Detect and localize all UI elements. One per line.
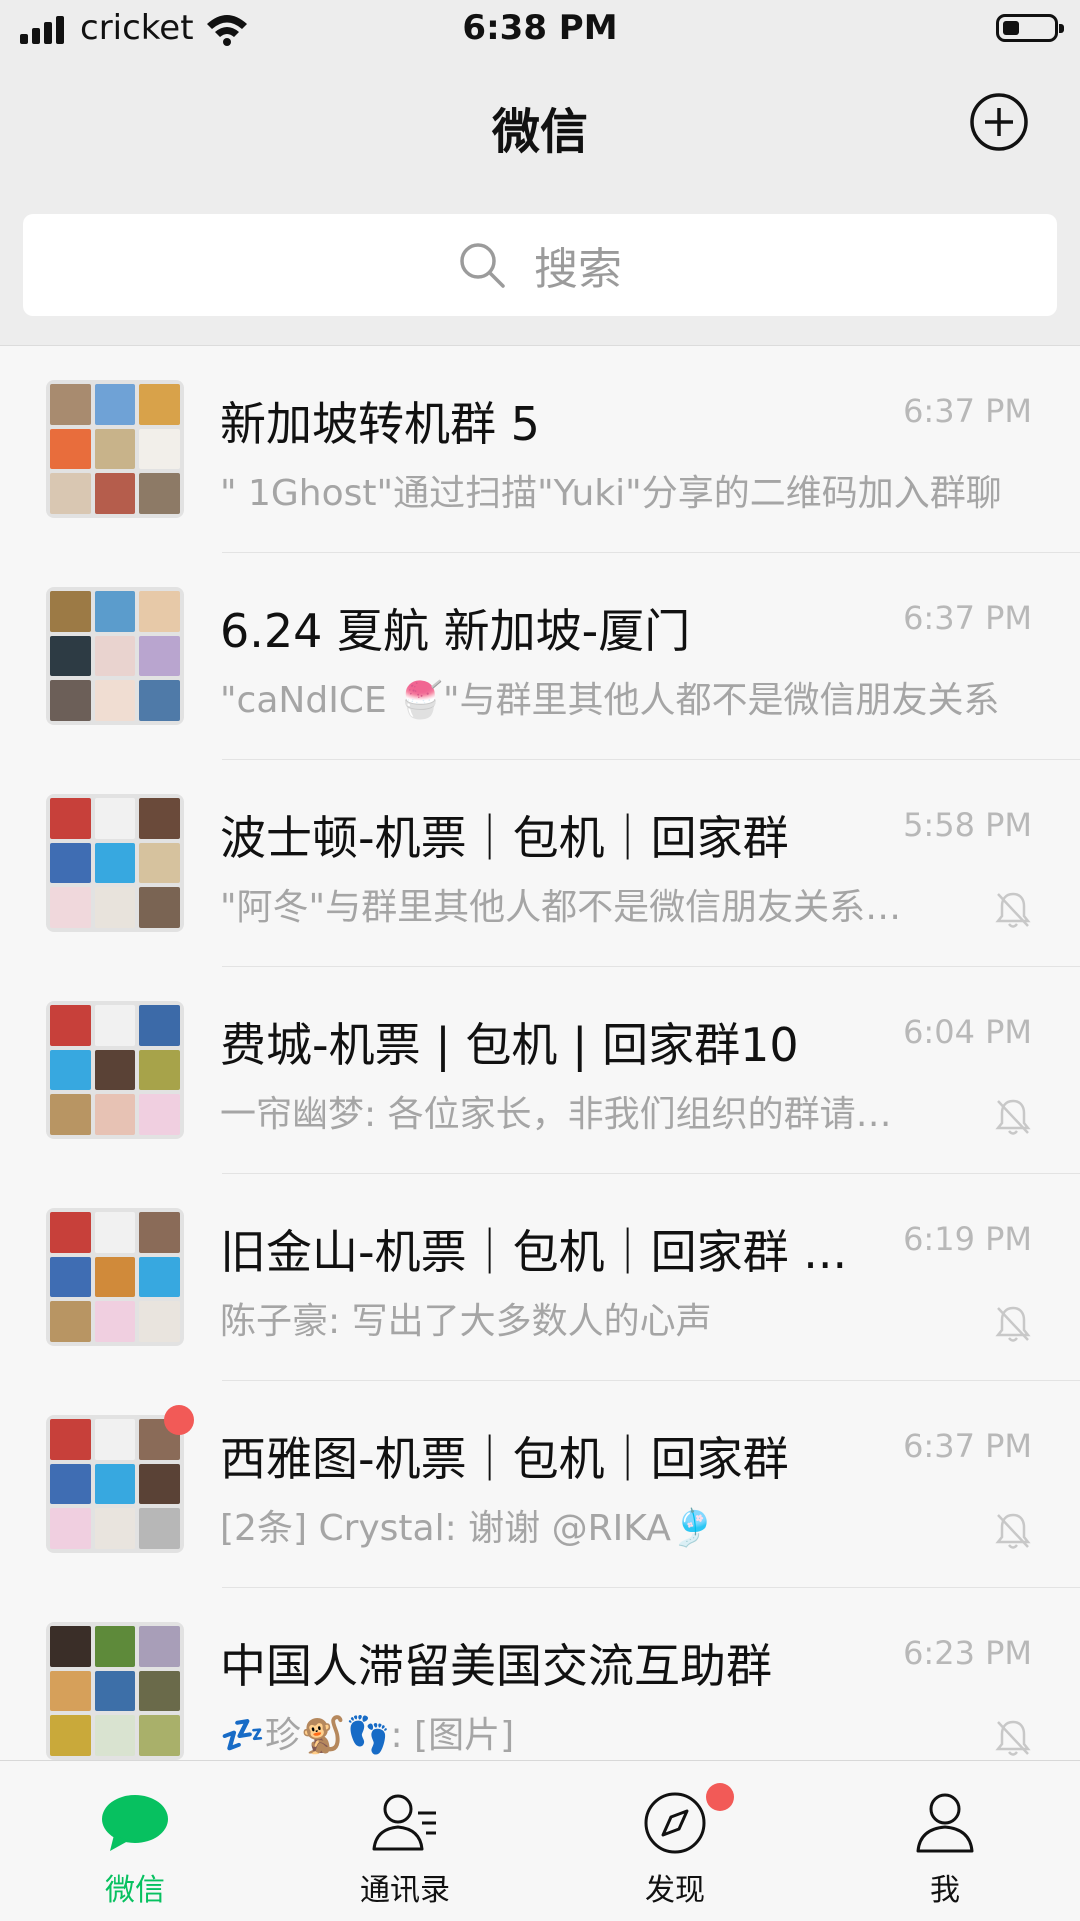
chat-preview: "caNdICE 🍧"与群里其他人都不是微信朋友关系 — [220, 680, 1000, 721]
contacts-icon — [372, 1794, 436, 1851]
tab-discover[interactable]: 发现 — [540, 1761, 810, 1921]
group-avatar — [46, 794, 184, 932]
chat-time: 5:58 PM — [903, 806, 1032, 844]
chat-list: 新加坡转机群 5 6:37 PM " 1Ghost"通过扫描"Yuki"分享的二… — [0, 346, 1080, 1795]
chat-preview: [2条] Crystal: 谢谢 @RIKA🎐 — [220, 1508, 716, 1549]
tab-chats[interactable]: 微信 — [0, 1761, 270, 1921]
chat-row[interactable]: 旧金山-机票｜包机｜回家群 ... 6:19 PM 陈子豪: 写出了大多数人的心… — [0, 1174, 1080, 1381]
chat-title: 新加坡转机群 5 — [220, 397, 540, 451]
add-icon[interactable] — [967, 90, 1031, 154]
chat-preview: "阿冬"与群里其他人都不是微信朋友关系，请注意隐私安全 — [220, 887, 920, 928]
mute-icon — [995, 1720, 1031, 1756]
chat-preview: 💤珍🐒👣: [图片] — [220, 1715, 515, 1756]
chat-preview: 一帘幽梦: 各位家长，非我们组织的群请谨慎 — [220, 1094, 920, 1135]
chat-row[interactable]: 费城-机票 | 包机 | 回家群10 6:04 PM 一帘幽梦: 各位家长，非我… — [0, 967, 1080, 1174]
person-icon — [916, 1793, 974, 1853]
search-area: 搜索 — [0, 190, 1080, 346]
tab-label: 我 — [930, 1873, 960, 1908]
badge-dot — [706, 1783, 734, 1811]
chat-bubble-icon — [102, 1795, 168, 1851]
tab-bar: 微信 通讯录 发现 我 — [0, 1760, 1080, 1921]
tab-label: 通讯录 — [360, 1873, 450, 1908]
chat-time: 6:37 PM — [903, 392, 1032, 430]
chat-title: 波士顿-机票｜包机｜回家群 — [220, 811, 789, 865]
chat-preview: 陈子豪: 写出了大多数人的心声 — [220, 1301, 712, 1342]
group-avatar — [46, 587, 184, 725]
group-avatar — [46, 380, 184, 518]
tab-me[interactable]: 我 — [810, 1761, 1080, 1921]
search-placeholder: 搜索 — [534, 244, 622, 295]
chat-time: 6:37 PM — [903, 1427, 1032, 1465]
compass-icon — [644, 1792, 706, 1854]
tab-label: 发现 — [645, 1873, 705, 1908]
chat-row[interactable]: 新加坡转机群 5 6:37 PM " 1Ghost"通过扫描"Yuki"分享的二… — [0, 346, 1080, 553]
page-title: 微信 — [491, 104, 588, 160]
unread-badge — [164, 1405, 194, 1435]
mute-icon — [995, 1513, 1031, 1549]
chat-row[interactable]: 6.24 夏航 新加坡-厦门 6:37 PM "caNdICE 🍧"与群里其他人… — [0, 553, 1080, 760]
group-avatar — [46, 1415, 184, 1553]
chat-title: 费城-机票 | 包机 | 回家群10 — [220, 1018, 799, 1072]
chat-title: 中国人滞留美国交流互助群 — [220, 1639, 772, 1693]
battery-icon — [996, 14, 1064, 42]
nav-bar: 微信 — [0, 60, 1080, 190]
chat-row[interactable]: 西雅图-机票｜包机｜回家群 6:37 PM [2条] Crystal: 谢谢 @… — [0, 1381, 1080, 1588]
chat-preview: " 1Ghost"通过扫描"Yuki"分享的二维码加入群聊 — [220, 473, 1002, 514]
tab-contacts[interactable]: 通讯录 — [270, 1761, 540, 1921]
chat-time: 6:19 PM — [903, 1220, 1032, 1258]
chat-title: 旧金山-机票｜包机｜回家群 ... — [220, 1225, 848, 1279]
chat-title: 西雅图-机票｜包机｜回家群 — [220, 1432, 789, 1486]
search-input[interactable]: 搜索 — [23, 214, 1057, 316]
chat-title: 6.24 夏航 新加坡-厦门 — [220, 604, 691, 658]
status-bar: cricket 6:38 PM — [0, 0, 1080, 60]
group-avatar — [46, 1208, 184, 1346]
chat-row[interactable]: 波士顿-机票｜包机｜回家群 5:58 PM "阿冬"与群里其他人都不是微信朋友关… — [0, 760, 1080, 967]
search-icon — [460, 243, 505, 288]
chat-time: 6:37 PM — [903, 599, 1032, 637]
group-avatar — [46, 1001, 184, 1139]
mute-icon — [995, 892, 1031, 928]
chat-time: 6:04 PM — [903, 1013, 1032, 1051]
status-time: 6:38 PM — [462, 8, 618, 48]
group-avatar — [46, 1622, 184, 1760]
mute-icon — [995, 1306, 1031, 1342]
chat-time: 6:23 PM — [903, 1634, 1032, 1672]
tab-label: 微信 — [105, 1873, 165, 1908]
mute-icon — [995, 1099, 1031, 1135]
